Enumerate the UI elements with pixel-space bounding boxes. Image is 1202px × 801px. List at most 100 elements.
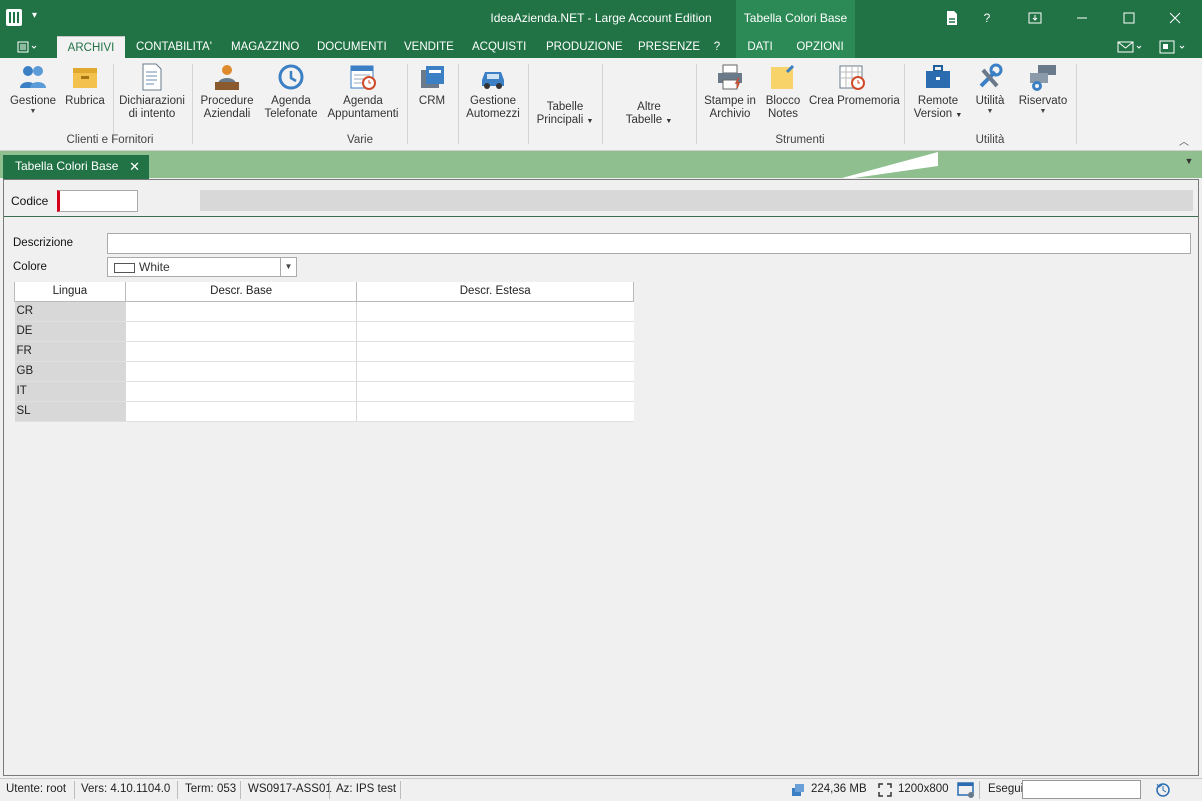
tab-help[interactable]: ? bbox=[706, 36, 728, 58]
descr-estesa-cell[interactable] bbox=[356, 341, 634, 362]
ribbon-display-icon[interactable] bbox=[1012, 0, 1058, 36]
ribbon-blocco-notes[interactable]: Blocco Notes bbox=[762, 62, 804, 121]
status-user: Utente: root bbox=[6, 783, 67, 795]
descr-estesa-cell[interactable] bbox=[356, 401, 634, 423]
table-row[interactable]: GB bbox=[14, 361, 634, 382]
colore-label: Colore bbox=[13, 261, 47, 273]
crm-icon bbox=[417, 62, 447, 92]
colore-value: White bbox=[139, 260, 170, 274]
exec-input[interactable] bbox=[1022, 780, 1141, 799]
descr-base-cell[interactable] bbox=[124, 321, 357, 342]
ribbon-gestione-automezzi[interactable]: Gestione Automezzi bbox=[463, 62, 523, 121]
ribbon-riservato[interactable]: Riservato ▼ bbox=[1015, 62, 1071, 116]
tab-contabilita[interactable]: CONTABILITA' bbox=[130, 36, 214, 58]
refresh-clock-icon[interactable] bbox=[1155, 781, 1171, 798]
ribbon-separator bbox=[458, 64, 459, 144]
tab-presenze[interactable]: PRESENZE bbox=[632, 36, 700, 58]
descr-base-cell[interactable] bbox=[124, 301, 357, 322]
briefcase-icon bbox=[923, 62, 953, 92]
tab-produzione[interactable]: PRODUZIONE bbox=[540, 36, 623, 58]
grid-header-row: Lingua Descr. Base Descr. Estesa bbox=[14, 282, 634, 302]
ribbon-procedure-aziendali[interactable]: Procedure Aziendali bbox=[198, 62, 256, 121]
ribbon-dichiarazioni-intento[interactable]: Dichiarazioni di intento bbox=[117, 62, 187, 121]
descr-base-cell[interactable] bbox=[124, 401, 357, 423]
tab-vendite[interactable]: VENDITE bbox=[398, 36, 454, 58]
resolution-icon bbox=[878, 783, 892, 797]
box-icon bbox=[70, 62, 100, 92]
dropdown-arrow-icon: ▼ bbox=[955, 112, 963, 119]
descrizione-input[interactable] bbox=[107, 233, 1191, 254]
document-tab[interactable]: Tabella Colori Base ✕ bbox=[3, 155, 149, 179]
app-logo-icon[interactable] bbox=[6, 9, 22, 26]
window-settings-icon[interactable] bbox=[957, 782, 975, 798]
tab-archivi[interactable]: ARCHIVI bbox=[57, 36, 125, 58]
descr-estesa-cell[interactable] bbox=[356, 381, 634, 402]
chevron-down-icon[interactable]: ▼ bbox=[280, 258, 296, 276]
dropdown-arrow-icon: ▼ bbox=[1039, 108, 1047, 115]
ribbon-separator bbox=[407, 64, 408, 144]
column-header-lingua[interactable]: Lingua bbox=[14, 282, 126, 302]
ribbon-altre-tabelle[interactable]: Altre Tabelle ▼ bbox=[620, 101, 678, 128]
gear-window-icon bbox=[1028, 62, 1058, 92]
tab-dati[interactable]: DATI bbox=[741, 36, 779, 58]
lingua-cell: DE bbox=[14, 321, 126, 342]
ribbon-agenda-appuntamenti[interactable]: Agenda Appuntamenti bbox=[327, 62, 399, 121]
ribbon-crm[interactable]: CRM bbox=[415, 62, 449, 108]
minimize-icon[interactable] bbox=[1059, 0, 1105, 36]
descr-base-cell[interactable] bbox=[124, 361, 357, 382]
codice-input[interactable] bbox=[57, 190, 138, 212]
exec-label: Esegui bbox=[988, 783, 1024, 795]
table-row[interactable]: CR bbox=[14, 301, 634, 322]
tab-documenti[interactable]: DOCUMENTI bbox=[311, 36, 387, 58]
ribbon-rubrica[interactable]: Rubrica bbox=[62, 62, 108, 108]
descr-base-cell[interactable] bbox=[124, 341, 357, 362]
group-label-varie: Varie bbox=[347, 134, 373, 146]
file-menu-icon[interactable] bbox=[17, 41, 39, 55]
ribbon-stampe-archivio[interactable]: Stampe in Archivio bbox=[702, 62, 758, 121]
help-button[interactable]: ? bbox=[964, 0, 1010, 36]
close-tab-icon[interactable]: ✕ bbox=[129, 155, 140, 178]
ribbon-remote-version[interactable]: Remote Version ▼ bbox=[911, 62, 965, 122]
tab-acquisti[interactable]: ACQUISTI bbox=[466, 36, 528, 58]
ribbon-tabelle-principali[interactable]: Tabelle Principali ▼ bbox=[534, 101, 596, 128]
lingua-cell: IT bbox=[14, 381, 126, 402]
tab-magazzino[interactable]: MAGAZZINO bbox=[225, 36, 301, 58]
close-icon[interactable] bbox=[1152, 0, 1198, 36]
status-separator bbox=[240, 781, 241, 799]
column-header-descr-estesa[interactable]: Descr. Estesa bbox=[356, 282, 634, 302]
ribbon-crea-promemoria[interactable]: Crea Promemoria bbox=[809, 62, 900, 108]
reminder-icon bbox=[837, 62, 867, 92]
colore-select[interactable]: White ▼ bbox=[107, 257, 297, 277]
mail-icon[interactable] bbox=[1117, 40, 1147, 54]
quick-access-dropdown-icon[interactable]: ▾ bbox=[32, 10, 44, 24]
descr-estesa-cell[interactable] bbox=[356, 301, 634, 322]
status-separator bbox=[177, 781, 178, 799]
status-separator bbox=[74, 781, 75, 799]
collapse-ribbon-icon[interactable]: ︿ bbox=[1179, 133, 1191, 148]
descr-estesa-cell[interactable] bbox=[356, 321, 634, 342]
ribbon-gestione-clienti[interactable]: Gestione ▼ bbox=[7, 62, 59, 116]
descr-base-cell[interactable] bbox=[124, 381, 357, 402]
table-row[interactable]: SL bbox=[14, 401, 634, 423]
ribbon-agenda-telefonate[interactable]: Agenda Telefonate bbox=[262, 62, 320, 121]
ribbon-separator bbox=[1076, 64, 1077, 144]
tab-opzioni[interactable]: OPZIONI bbox=[790, 36, 850, 58]
table-row[interactable]: FR bbox=[14, 341, 634, 362]
status-term: Term: 053 bbox=[185, 783, 237, 795]
maximize-icon[interactable] bbox=[1106, 0, 1152, 36]
ribbon-utilita[interactable]: Utilità ▼ bbox=[970, 62, 1010, 116]
dropdown-arrow-icon: ▼ bbox=[665, 118, 673, 125]
table-row[interactable]: IT bbox=[14, 381, 634, 402]
table-row[interactable]: DE bbox=[14, 321, 634, 342]
status-version: Vers: 4.10.1104.0 bbox=[81, 783, 171, 795]
car-icon bbox=[478, 62, 508, 92]
tab-list-dropdown-icon[interactable]: ▼ bbox=[1182, 156, 1196, 170]
column-header-descr-base[interactable]: Descr. Base bbox=[124, 282, 358, 302]
tab-strip-decoration bbox=[842, 152, 938, 178]
descr-estesa-cell[interactable] bbox=[356, 361, 634, 382]
group-label-utilita: Utilità bbox=[975, 134, 1005, 146]
status-separator bbox=[329, 781, 330, 799]
ribbon-separator bbox=[113, 64, 114, 144]
lingua-cell: SL bbox=[14, 401, 126, 423]
layout-icon[interactable] bbox=[1159, 39, 1189, 55]
